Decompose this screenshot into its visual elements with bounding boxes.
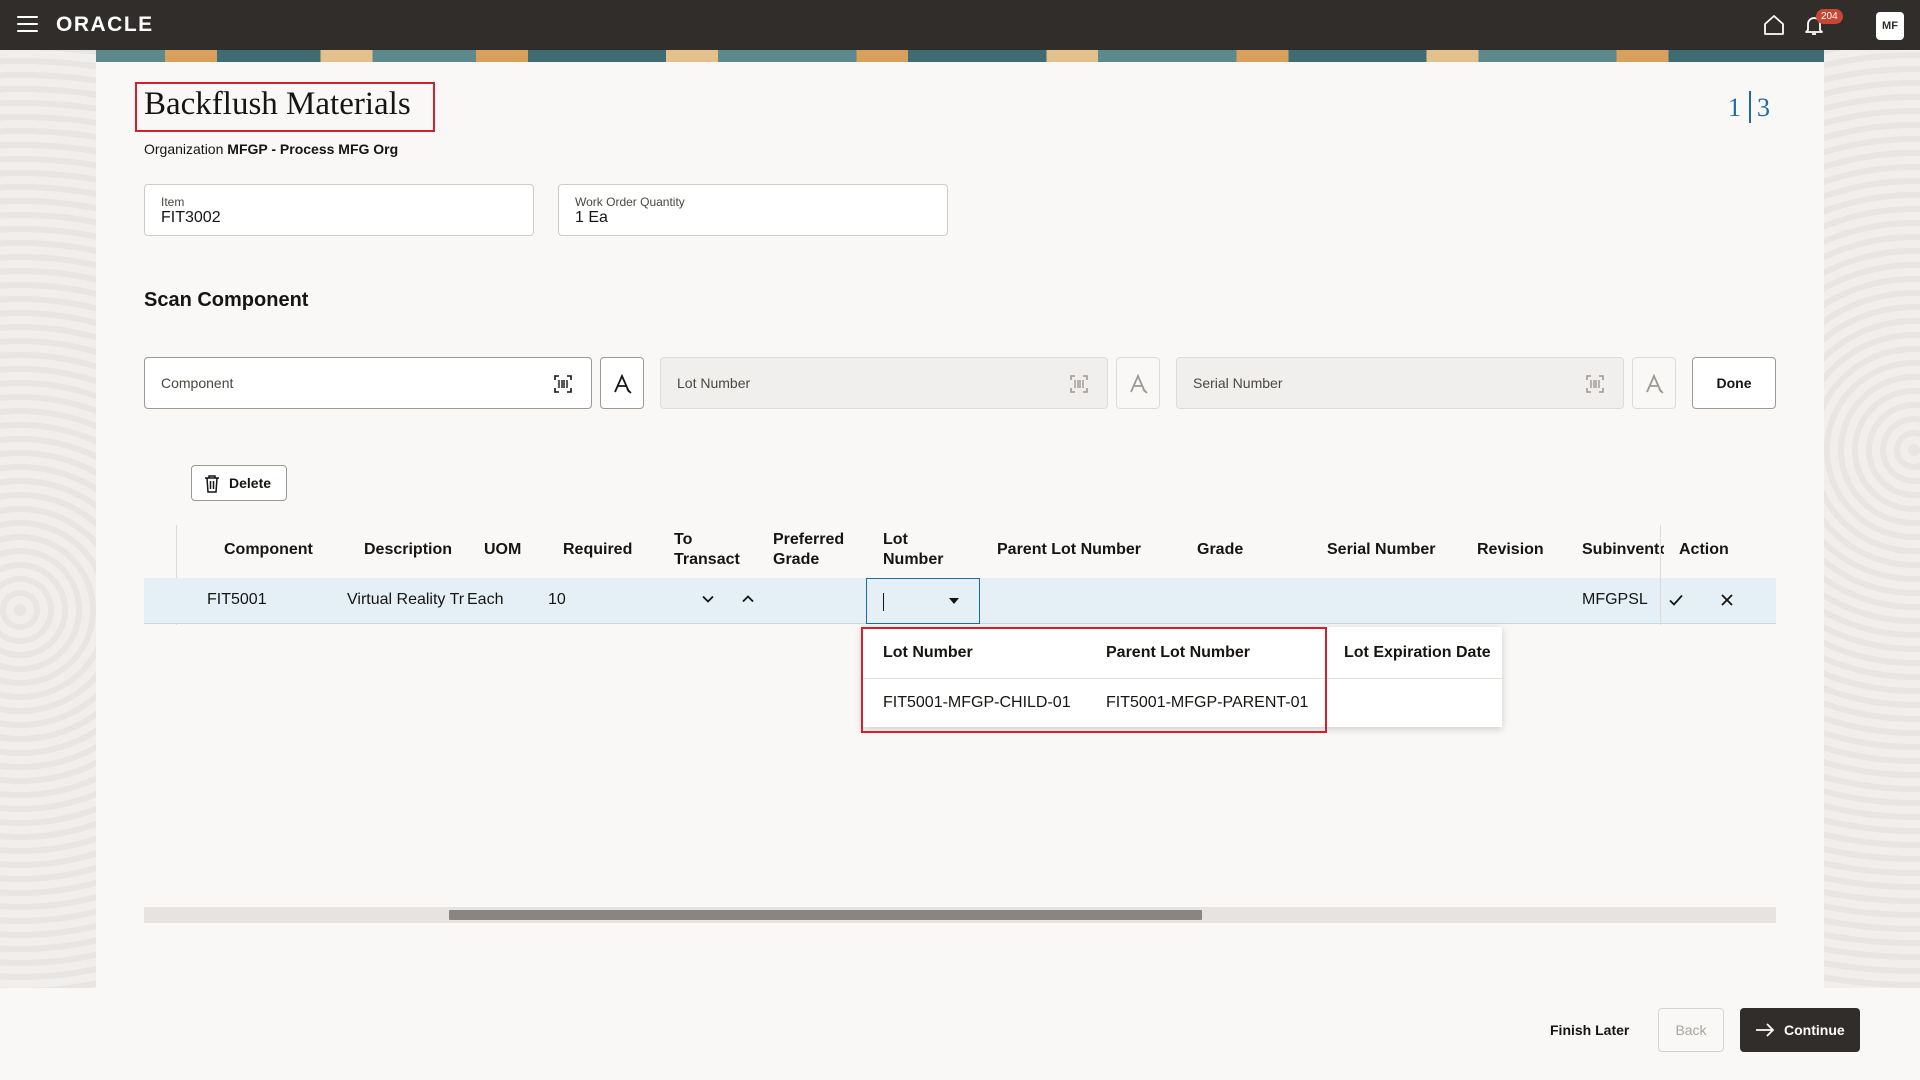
item-label: Item [161, 195, 185, 209]
column-header-grade[interactable]: Grade [1197, 540, 1243, 560]
lot-number-placeholder: Lot Number [677, 375, 751, 391]
finish-later-link[interactable]: Finish Later [1550, 1022, 1629, 1038]
keyboard-a-icon [614, 373, 632, 394]
scan-component-title: Scan Component [144, 289, 309, 311]
column-header-lot-number-line2: Number [883, 551, 944, 568]
column-header-to-transact[interactable]: To Transact [674, 530, 740, 570]
barcode-scan-icon[interactable] [553, 374, 573, 394]
keyboard-a-icon [1646, 373, 1664, 394]
trash-icon [205, 475, 219, 493]
check-icon[interactable] [1668, 592, 1684, 608]
cell-description: Virtual Reality Tr [347, 591, 465, 608]
lot-number-select[interactable] [866, 578, 980, 624]
barcode-scan-icon [1586, 375, 1604, 393]
step-total: 3 [1757, 93, 1770, 122]
decorative-pattern-right [1824, 50, 1920, 988]
column-header-lot-number[interactable]: Lot Number [883, 530, 943, 570]
organization-label: Organization [144, 141, 224, 157]
notification-badge: 204 [1816, 9, 1843, 24]
organization-line: Organization MFGP - Process MFG Org [144, 141, 398, 157]
top-bar: ORACLE 204 MF [0, 0, 1920, 50]
delete-label: Delete [229, 475, 272, 491]
footer-bar [0, 988, 1920, 1080]
keyboard-a-icon [1130, 373, 1148, 394]
done-button[interactable]: Done [1692, 357, 1776, 409]
caret-down-icon[interactable] [949, 598, 959, 604]
lot-number-input[interactable]: Lot Number [660, 357, 1108, 409]
item-field: Item FIT3002 [144, 184, 534, 236]
cell-required: 10 [548, 591, 566, 608]
back-button[interactable]: Back [1658, 1008, 1724, 1052]
chevron-up-icon[interactable] [741, 592, 755, 606]
component-keyboard-button[interactable] [600, 357, 644, 409]
column-header-to-transact-line2: Transact [674, 551, 740, 568]
cell-component: FIT5001 [207, 591, 267, 608]
serial-number-placeholder: Serial Number [1193, 375, 1283, 391]
column-header-component[interactable]: Component [224, 540, 313, 560]
column-header-action: Action [1679, 541, 1729, 558]
serial-keyboard-button[interactable] [1632, 357, 1676, 409]
component-placeholder: Component [161, 375, 234, 391]
work-order-quantity-value: 1 Ea [575, 209, 608, 226]
column-header-required[interactable]: Required [563, 540, 632, 560]
continue-button[interactable]: Continue [1740, 1008, 1860, 1052]
column-header-preferred-grade-line2: Grade [773, 551, 820, 568]
column-header-preferred-grade-line1: Preferred [773, 531, 845, 548]
horizontal-scrollbar-thumb[interactable] [449, 910, 1202, 920]
menu-icon[interactable] [17, 16, 38, 33]
lot-keyboard-button[interactable] [1116, 357, 1160, 409]
column-header-serial-number[interactable]: Serial Number [1327, 540, 1435, 560]
close-icon[interactable] [1720, 593, 1734, 607]
chevron-down-icon[interactable] [701, 592, 715, 606]
decorative-banner [96, 50, 1824, 62]
delete-button[interactable]: Delete [191, 465, 287, 501]
component-input[interactable]: Component [144, 357, 592, 409]
page-title: Backflush Materials [144, 86, 411, 122]
column-header-parent-lot-number[interactable]: Parent Lot Number [997, 540, 1141, 560]
column-header-preferred-grade[interactable]: Preferred Grade [773, 530, 844, 570]
dropdown-highlight-box [861, 627, 1327, 733]
serial-number-input[interactable]: Serial Number [1176, 357, 1624, 409]
avatar[interactable]: MF [1876, 12, 1904, 40]
column-header-subinventory[interactable]: Subinvento [1582, 540, 1664, 560]
organization-value: MFGP - Process MFG Org [227, 141, 399, 157]
text-cursor [883, 593, 884, 611]
cell-uom: Each [467, 591, 504, 608]
column-header-description[interactable]: Description [364, 540, 452, 560]
home-icon[interactable] [1762, 13, 1786, 37]
dropdown-header-lot-expiration-date: Lot Expiration Date [1344, 644, 1491, 661]
step-indicator: 13 [1728, 91, 1770, 126]
column-header-lot-number-line1: Lot [883, 531, 908, 548]
barcode-scan-icon [1070, 375, 1088, 393]
step-current: 1 [1728, 93, 1741, 122]
continue-label: Continue [1784, 1022, 1845, 1038]
column-header-uom[interactable]: UOM [484, 540, 521, 560]
column-header-to-transact-line1: To [674, 531, 693, 548]
column-header-revision[interactable]: Revision [1477, 540, 1544, 560]
action-column-divider [1660, 525, 1661, 625]
decorative-pattern-left [0, 50, 96, 988]
item-value: FIT3002 [161, 209, 221, 226]
work-order-quantity-label: Work Order Quantity [575, 195, 685, 209]
oracle-logo[interactable]: ORACLE [56, 13, 154, 37]
arrow-right-icon [1756, 1023, 1775, 1037]
cell-subinventory: MFGPSL [1582, 591, 1648, 608]
work-order-quantity-field: Work Order Quantity 1 Ea [558, 184, 948, 236]
